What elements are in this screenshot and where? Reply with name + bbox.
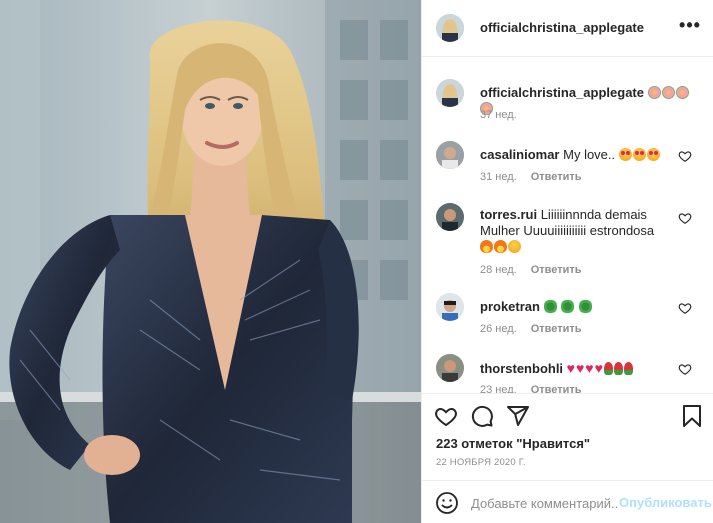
post-image <box>0 0 421 523</box>
commenter-username[interactable]: casaliniomar <box>480 147 560 162</box>
post-header: officialchristina_applegate ••• <box>422 0 713 57</box>
heart-eyes-emoji-icon <box>632 148 646 161</box>
flower-emoji-icon <box>675 86 689 99</box>
commenter-avatar[interactable] <box>436 354 464 382</box>
fire-emoji-icon <box>480 240 493 253</box>
fire-emoji-icon <box>494 240 507 253</box>
red-heart-emoji-icon: ♥ <box>566 360 575 376</box>
bookmark-icon[interactable] <box>680 404 704 428</box>
commenter-avatar[interactable] <box>436 293 464 321</box>
reply-button[interactable]: Ответить <box>531 171 582 183</box>
post-side-panel: officialchristina_applegate ••• official… <box>421 0 713 523</box>
share-icon[interactable] <box>506 404 530 428</box>
like-comment-heart-icon[interactable] <box>678 362 692 376</box>
add-comment-bar: Опубликовать <box>422 480 713 523</box>
reply-button[interactable]: Ответить <box>531 323 582 335</box>
comment-meta: 28 нед. Ответить <box>480 264 582 276</box>
author-username[interactable]: officialchristina_applegate <box>480 20 644 35</box>
comment-text: torres.rui Liiiiiinnnda demais Mulher Uu… <box>480 207 670 255</box>
clover-emoji-icon <box>561 300 575 313</box>
comment-icon[interactable] <box>470 404 494 428</box>
comment-text: casaliniomar My love.. <box>480 147 680 163</box>
publish-button[interactable]: Опубликовать <box>619 495 712 510</box>
likes-count[interactable]: 223 отметок "Нравится" <box>436 436 590 451</box>
flower-emoji-icon <box>647 86 661 99</box>
commenter-avatar[interactable] <box>436 141 464 169</box>
commenter-username[interactable]: thorstenbohli <box>480 361 563 376</box>
reply-button[interactable]: Ответить <box>531 384 582 393</box>
commenter-username[interactable]: proketran <box>480 299 540 314</box>
heart-eyes-emoji-icon <box>646 148 660 161</box>
commenter-username[interactable]: torres.rui <box>480 207 537 222</box>
comment-meta: 26 нед. Ответить <box>480 323 582 335</box>
post-actions: 223 отметок "Нравится" 22 НОЯБРЯ 2020 Г.… <box>422 393 713 523</box>
like-comment-heart-icon[interactable] <box>678 149 692 163</box>
blush-emoji-icon <box>508 240 521 253</box>
rose-emoji-icon <box>603 362 613 375</box>
heart-eyes-emoji-icon <box>618 148 632 161</box>
caption-username[interactable]: officialchristina_applegate <box>480 85 644 100</box>
comment-text: thorstenbohli ♥♥♥♥ <box>480 360 680 377</box>
rose-emoji-icon <box>613 362 623 375</box>
smiley-icon[interactable] <box>435 491 459 515</box>
rose-emoji-icon <box>623 362 633 375</box>
reply-button[interactable]: Ответить <box>531 264 582 276</box>
comment-meta: 23 нед. Ответить <box>480 384 582 393</box>
like-comment-heart-icon[interactable] <box>678 211 692 225</box>
comment-text: proketran <box>480 299 680 315</box>
post-photo[interactable] <box>0 0 421 523</box>
red-heart-emoji-icon: ♥ <box>594 360 603 376</box>
heart-icon[interactable] <box>434 404 458 428</box>
red-heart-emoji-icon: ♥ <box>585 360 594 376</box>
comment-meta: 31 нед. Ответить <box>480 171 582 183</box>
flower-emoji-icon <box>661 86 675 99</box>
post-date[interactable]: 22 НОЯБРЯ 2020 Г. <box>436 457 526 468</box>
commenter-avatar[interactable] <box>436 203 464 231</box>
clover-emoji-icon <box>543 300 557 313</box>
author-avatar[interactable] <box>436 14 464 42</box>
like-comment-heart-icon[interactable] <box>678 301 692 315</box>
comments-list[interactable]: officialchristina_applegate 37 нед. casa… <box>422 57 713 393</box>
caption-time: 37 нед. <box>480 109 517 121</box>
caption-avatar[interactable] <box>436 79 464 107</box>
comment-input[interactable] <box>471 493 619 513</box>
more-options-icon[interactable]: ••• <box>678 16 702 40</box>
clover-emoji-icon <box>578 300 592 313</box>
red-heart-emoji-icon: ♥ <box>575 360 585 376</box>
